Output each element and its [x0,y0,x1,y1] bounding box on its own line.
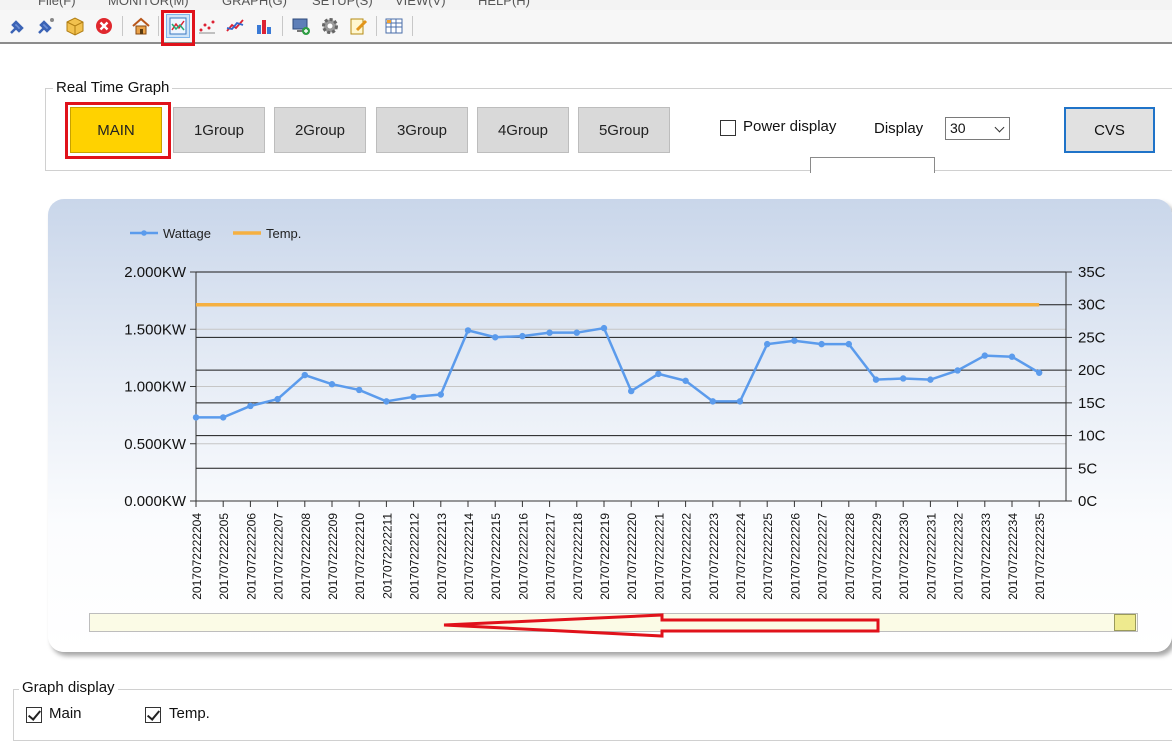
wattage-point [383,398,390,405]
wattage-point [736,398,744,405]
left-tick-label: 0.000KW [124,493,187,510]
x-tick-label: 2017072222220 [625,513,639,600]
wattage-point [356,386,363,394]
wattage-point [682,377,689,384]
wattage-point [301,371,308,379]
x-tick-label: 2017072222216 [516,513,530,600]
wattage-point [464,327,472,334]
x-tick-label: 2017072222209 [326,513,340,600]
left-tick-label: 1.500KW [124,321,187,338]
x-tick-label: 2017072222233 [979,513,993,600]
x-tick-label: 2017072222210 [353,513,367,600]
x-tick-label: 2017072222217 [544,513,558,600]
x-tick-label: 2017072222232 [952,513,966,600]
wattage-point [247,402,254,410]
wattage-point [655,370,662,378]
x-tick-label: 2017072222235 [1033,513,1047,600]
x-tick-label: 2017072222230 [897,513,911,600]
x-tick-label: 2017072222204 [190,513,204,600]
main-series-checkbox[interactable] [26,707,42,723]
x-tick-label: 2017072222211 [380,513,394,599]
annotation-arrow-icon [443,613,880,638]
x-tick-label: 2017072222219 [598,513,612,600]
right-tick-label: 10C [1078,428,1106,445]
wattage-point [791,337,798,344]
x-tick-label: 2017072222226 [788,513,802,600]
x-tick-label: 2017072222207 [272,513,286,600]
wattage-point [900,375,907,382]
x-tick-label: 2017072222224 [734,513,748,600]
x-tick-label: 2017072222227 [816,513,830,600]
wattage-point [981,352,988,359]
wattage-point [274,395,281,403]
wattage-point [220,414,227,421]
x-tick-label: 2017072222214 [462,513,476,600]
wattage-point [628,387,635,395]
graph-display-title: Graph display [19,679,118,696]
x-tick-label: 2017072222218 [571,513,585,600]
right-tick-label: 0C [1078,493,1097,510]
x-tick-label: 2017072222212 [408,513,422,600]
x-tick-label: 2017072222231 [924,513,938,600]
x-tick-label: 2017072222206 [244,513,258,600]
wattage-point [437,391,444,398]
wattage-point [1008,353,1016,360]
wattage-point [954,367,961,374]
wattage-series-line [196,326,1040,419]
right-tick-label: 25C [1078,329,1106,346]
right-tick-label: 5C [1078,460,1097,477]
x-tick-label: 2017072222205 [217,513,231,600]
wattage-point [845,340,852,348]
wattage-point [709,398,716,405]
temp-series-label: Temp. [169,705,210,722]
wattage-point [546,329,553,336]
legend-wattage-marker [141,230,147,236]
right-tick-label: 35C [1078,264,1106,281]
scrollbar-thumb[interactable] [1114,614,1136,631]
x-tick-label: 2017072222221 [652,513,666,600]
x-tick-label: 2017072222222 [680,513,694,600]
x-tick-label: 2017072222234 [1006,513,1020,600]
wattage-point [573,329,580,336]
wattage-point [600,324,608,332]
wattage-point [192,414,200,421]
legend-temp-label: Temp. [266,226,301,241]
left-tick-label: 1.000KW [124,379,187,396]
wattage-point [927,376,934,383]
app-window: File(F) MONITOR(M) GRAPH(G) SETUP(S) VIE… [0,0,1172,746]
right-tick-label: 15C [1078,395,1106,412]
wattage-point [872,376,880,383]
wattage-temp-chart: 2.000KW 1.500KW 1.000KW 0.500KW 0.000KW 35C 30… [124,226,1106,600]
temp-series-checkbox[interactable] [145,707,161,723]
x-tick-label: 2017072222223 [707,513,721,600]
right-tick-label: 20C [1078,362,1106,379]
wattage-point [818,340,825,348]
wattage-point [492,334,499,341]
wattage-point [519,332,526,340]
wattage-point [410,393,417,401]
x-tick-label: 2017072222215 [489,513,503,600]
wattage-point [764,340,771,348]
legend-wattage-label: Wattage [163,226,211,241]
left-tick-label: 0.500KW [124,436,187,453]
x-tick-label: 2017072222208 [299,513,313,600]
main-series-label: Main [49,705,82,722]
wattage-point [1036,369,1043,376]
x-tick-label: 2017072222213 [435,513,449,600]
x-tick-label: 2017072222228 [843,513,857,600]
right-tick-label: 30C [1078,297,1106,314]
x-tick-label: 2017072222229 [870,513,884,600]
wattage-point [328,381,336,388]
x-tick-label: 2017072222225 [761,513,775,600]
left-tick-label: 2.000KW [124,264,187,281]
